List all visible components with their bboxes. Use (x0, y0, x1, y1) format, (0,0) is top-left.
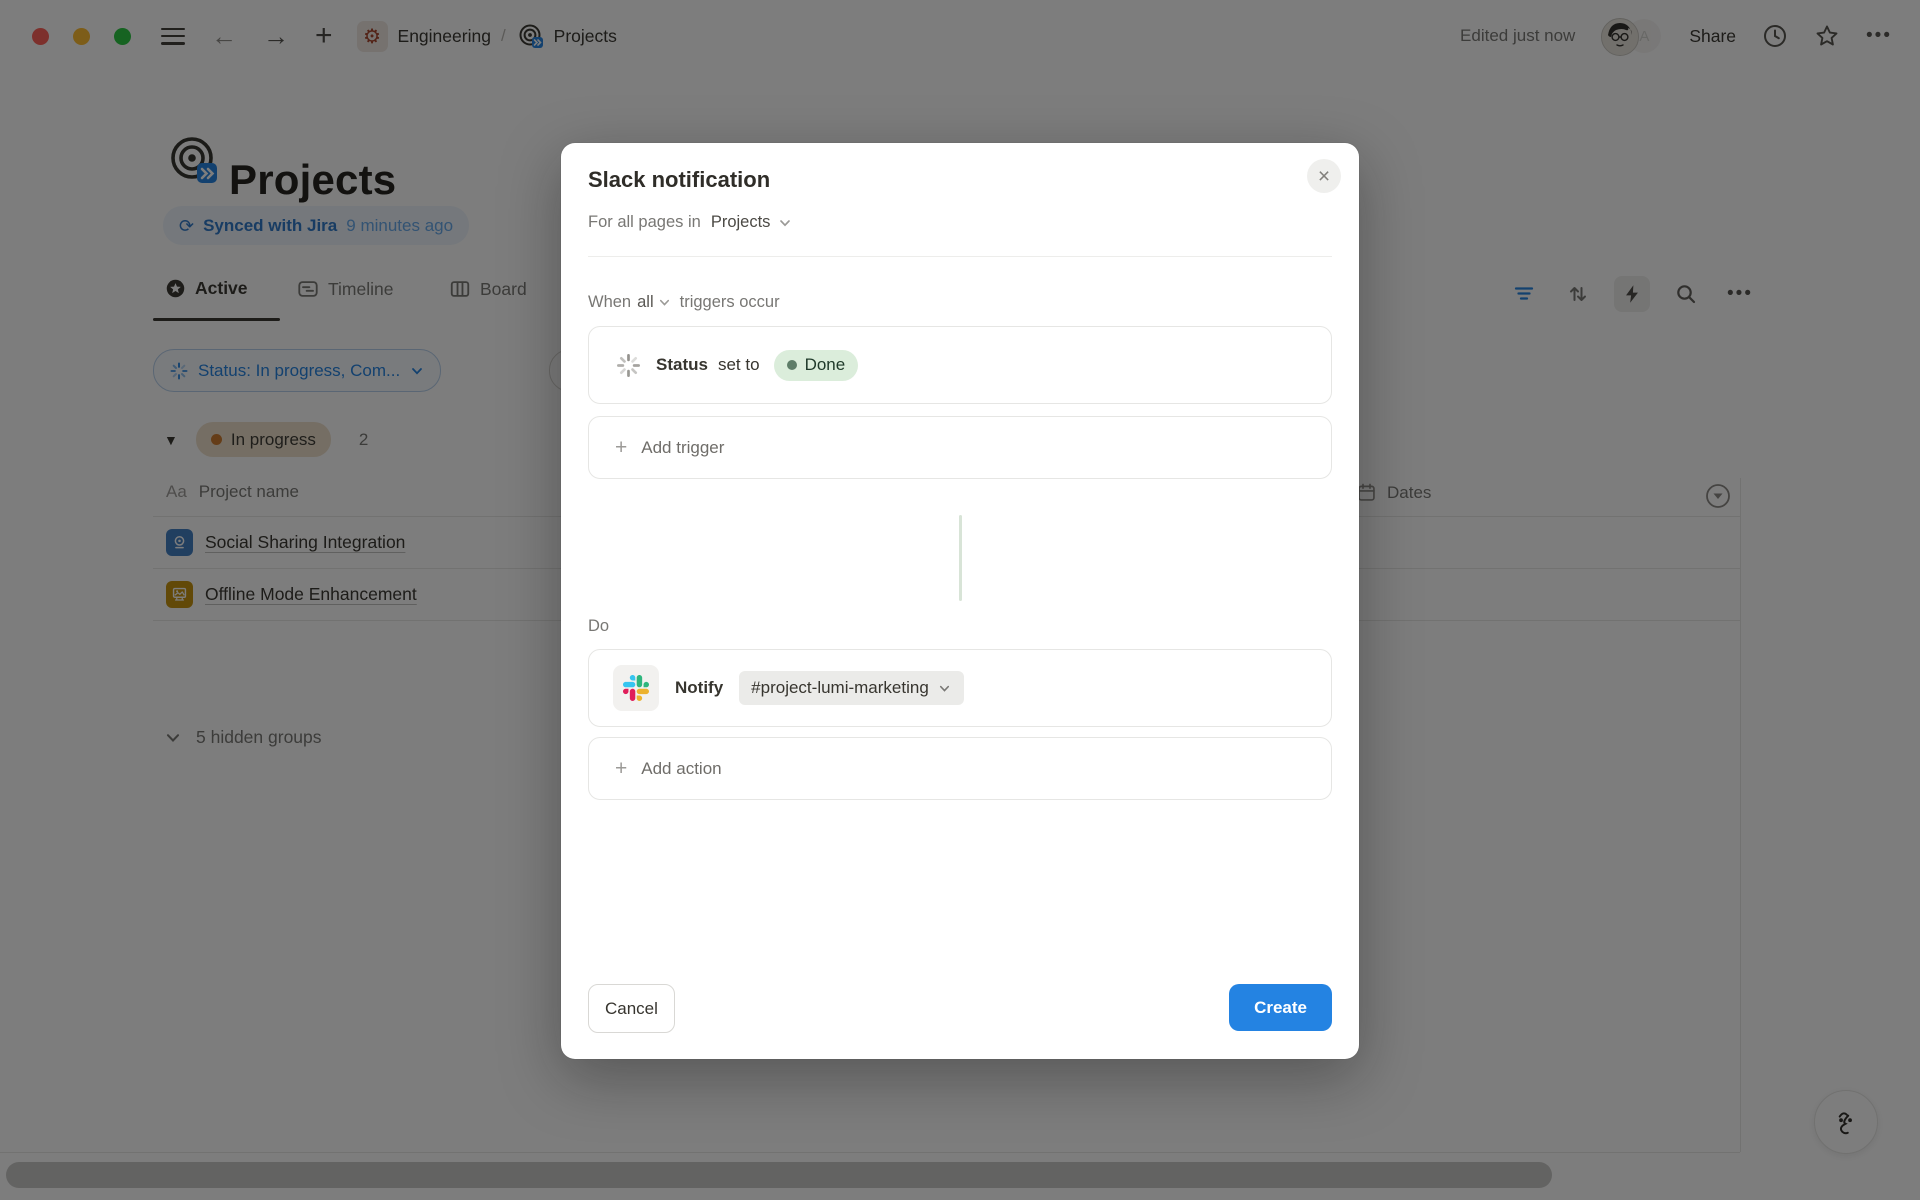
add-trigger-button[interactable]: + Add trigger (588, 416, 1332, 479)
scope-selector[interactable]: For all pages in Projects (588, 213, 793, 232)
create-button[interactable]: Create (1229, 984, 1332, 1031)
trigger-card[interactable]: Status set to Done (588, 326, 1332, 404)
when-mode-dropdown[interactable]: all (637, 293, 654, 312)
plus-icon: + (615, 758, 627, 779)
chevron-down-icon (657, 295, 672, 310)
add-action-button[interactable]: + Add action (588, 737, 1332, 800)
action-verb: Notify (675, 678, 723, 698)
when-row: When all triggers occur (588, 293, 780, 312)
status-done-pill[interactable]: Done (774, 350, 859, 381)
flow-connector-line (959, 515, 962, 601)
add-action-label: Add action (641, 759, 721, 779)
app-window: ← → + ⚙ Engineering / Projects Edited ju… (0, 0, 1920, 1200)
when-prefix: When (588, 293, 631, 312)
action-card[interactable]: Notify #project-lumi-marketing (588, 649, 1332, 727)
slack-logo-icon (613, 665, 659, 711)
add-trigger-label: Add trigger (641, 438, 724, 458)
chevron-down-icon (937, 681, 952, 696)
done-label: Done (805, 355, 846, 375)
status-spinner-icon (615, 352, 642, 379)
trigger-property: Status (656, 355, 708, 375)
done-dot (787, 360, 797, 370)
channel-select[interactable]: #project-lumi-marketing (739, 671, 964, 705)
trigger-verb: set to (718, 355, 760, 375)
scope-value[interactable]: Projects (711, 213, 771, 232)
do-section-label: Do (588, 617, 609, 636)
slack-notification-modal: Slack notification × For all pages in Pr… (561, 143, 1359, 1059)
plus-icon: + (615, 437, 627, 458)
chevron-down-icon (777, 215, 793, 231)
modal-divider (588, 256, 1332, 257)
when-suffix: triggers occur (680, 293, 780, 312)
scope-prefix: For all pages in (588, 213, 701, 232)
channel-name: #project-lumi-marketing (751, 678, 929, 698)
cancel-button[interactable]: Cancel (588, 984, 675, 1033)
modal-title: Slack notification (588, 167, 770, 193)
close-icon[interactable]: × (1307, 159, 1341, 193)
